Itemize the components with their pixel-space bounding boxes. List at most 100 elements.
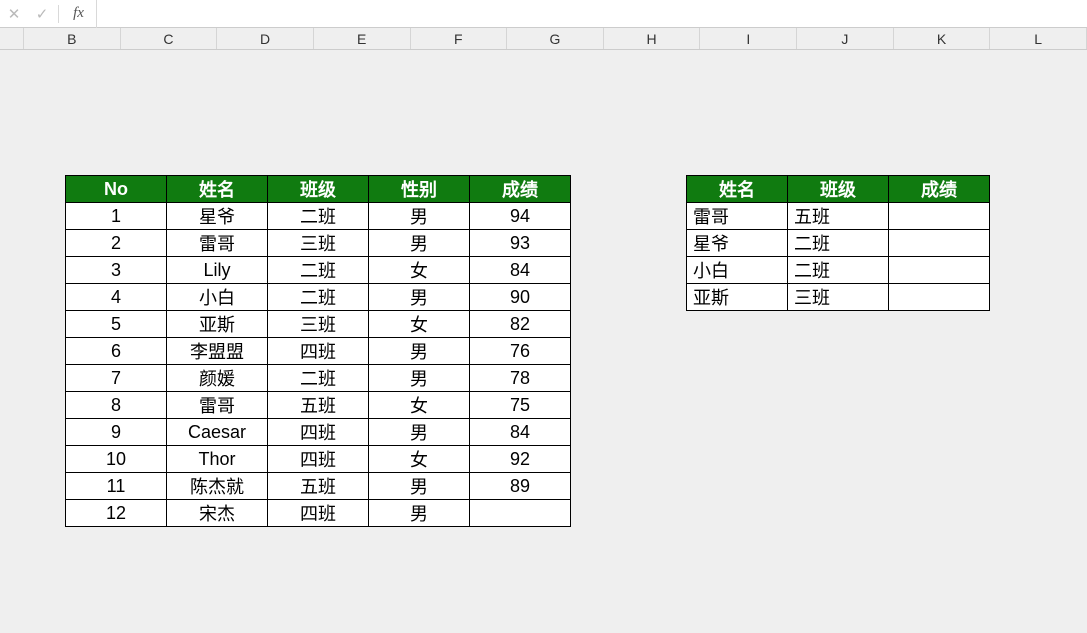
cell[interactable]: 男	[369, 338, 470, 365]
cell[interactable]: 二班	[788, 230, 889, 257]
cell[interactable]: 星爷	[687, 230, 788, 257]
column-header[interactable]: J	[797, 28, 894, 49]
cell[interactable]: Caesar	[167, 419, 268, 446]
col-header-score[interactable]: 成绩	[889, 176, 990, 203]
cell[interactable]: 四班	[268, 446, 369, 473]
cell[interactable]: 12	[66, 500, 167, 527]
formula-input[interactable]	[97, 0, 1087, 27]
cell[interactable]: 亚斯	[167, 311, 268, 338]
cell[interactable]: 8	[66, 392, 167, 419]
col-header-name[interactable]: 姓名	[687, 176, 788, 203]
cell[interactable]: 五班	[268, 473, 369, 500]
cell[interactable]: 女	[369, 392, 470, 419]
cell[interactable]: 二班	[268, 365, 369, 392]
cell[interactable]: 三班	[268, 230, 369, 257]
col-header-gender[interactable]: 性别	[369, 176, 470, 203]
column-header[interactable]: C	[121, 28, 218, 49]
column-header[interactable]: F	[411, 28, 508, 49]
cell[interactable]: 89	[470, 473, 571, 500]
cell[interactable]: 颜媛	[167, 365, 268, 392]
column-header[interactable]: B	[24, 28, 121, 49]
cancel-icon[interactable]: ✕	[0, 0, 28, 28]
cell[interactable]: 雷哥	[167, 392, 268, 419]
cell[interactable]: 二班	[268, 284, 369, 311]
cell[interactable]: Lily	[167, 257, 268, 284]
cell[interactable]: 小白	[687, 257, 788, 284]
col-header-class[interactable]: 班级	[268, 176, 369, 203]
cell[interactable]: 4	[66, 284, 167, 311]
cell[interactable]: 三班	[268, 311, 369, 338]
confirm-icon[interactable]: ✓	[28, 0, 56, 28]
col-header-no[interactable]: No	[66, 176, 167, 203]
cell[interactable]: 男	[369, 419, 470, 446]
cell[interactable]: 94	[470, 203, 571, 230]
cell[interactable]: 陈杰就	[167, 473, 268, 500]
cell[interactable]: 75	[470, 392, 571, 419]
cell[interactable]: 二班	[268, 203, 369, 230]
cell[interactable]: 7	[66, 365, 167, 392]
column-header[interactable]: I	[700, 28, 797, 49]
cell[interactable]: 92	[470, 446, 571, 473]
table-row: 6李盟盟四班男76	[66, 338, 571, 365]
cell[interactable]: 三班	[788, 284, 889, 311]
col-header-name[interactable]: 姓名	[167, 176, 268, 203]
cell[interactable]: 雷哥	[167, 230, 268, 257]
fx-icon[interactable]: fx	[61, 0, 97, 28]
cell[interactable]: 男	[369, 473, 470, 500]
cell[interactable]: 四班	[268, 419, 369, 446]
cell[interactable]: 四班	[268, 500, 369, 527]
cell[interactable]: 84	[470, 419, 571, 446]
table-header-row: No 姓名 班级 性别 成绩	[66, 176, 571, 203]
cell[interactable]: 93	[470, 230, 571, 257]
cell[interactable]: 男	[369, 365, 470, 392]
column-header-row: B C D E F G H I J K L	[0, 28, 1087, 50]
cell[interactable]: 84	[470, 257, 571, 284]
cell[interactable]: 3	[66, 257, 167, 284]
cell[interactable]: 五班	[788, 203, 889, 230]
column-header[interactable]: H	[604, 28, 701, 49]
col-header-class[interactable]: 班级	[788, 176, 889, 203]
cell[interactable]: 男	[369, 500, 470, 527]
cell[interactable]: 10	[66, 446, 167, 473]
cell[interactable]: 5	[66, 311, 167, 338]
cell[interactable]: 李盟盟	[167, 338, 268, 365]
cell[interactable]: 90	[470, 284, 571, 311]
cell[interactable]: 女	[369, 257, 470, 284]
cell[interactable]: 男	[369, 203, 470, 230]
cell[interactable]: 1	[66, 203, 167, 230]
cell[interactable]: 宋杰	[167, 500, 268, 527]
cell[interactable]	[889, 203, 990, 230]
cell[interactable]: 亚斯	[687, 284, 788, 311]
column-header[interactable]: E	[314, 28, 411, 49]
cell[interactable]: 男	[369, 230, 470, 257]
cell[interactable]: 6	[66, 338, 167, 365]
cell[interactable]: 11	[66, 473, 167, 500]
column-header[interactable]: K	[894, 28, 991, 49]
cell[interactable]: 雷哥	[687, 203, 788, 230]
cell[interactable]: 女	[369, 446, 470, 473]
cell[interactable]: 2	[66, 230, 167, 257]
cell[interactable]: 星爷	[167, 203, 268, 230]
column-header-gutter[interactable]	[0, 28, 24, 49]
cell[interactable]: 82	[470, 311, 571, 338]
cell[interactable]: 男	[369, 284, 470, 311]
cell[interactable]	[889, 230, 990, 257]
cell[interactable]: 女	[369, 311, 470, 338]
column-header[interactable]: L	[990, 28, 1087, 49]
col-header-score[interactable]: 成绩	[470, 176, 571, 203]
cell[interactable]	[470, 500, 571, 527]
column-header[interactable]: G	[507, 28, 604, 49]
cell[interactable]: Thor	[167, 446, 268, 473]
spreadsheet-grid[interactable]: No 姓名 班级 性别 成绩 1星爷二班男94 2雷哥三班男93 3Lily二班…	[0, 50, 1087, 633]
cell[interactable]: 二班	[788, 257, 889, 284]
cell[interactable]: 78	[470, 365, 571, 392]
column-header[interactable]: D	[217, 28, 314, 49]
cell[interactable]: 五班	[268, 392, 369, 419]
cell[interactable]	[889, 284, 990, 311]
cell[interactable]: 9	[66, 419, 167, 446]
cell[interactable]: 二班	[268, 257, 369, 284]
cell[interactable]: 四班	[268, 338, 369, 365]
cell[interactable]: 76	[470, 338, 571, 365]
cell[interactable]: 小白	[167, 284, 268, 311]
cell[interactable]	[889, 257, 990, 284]
